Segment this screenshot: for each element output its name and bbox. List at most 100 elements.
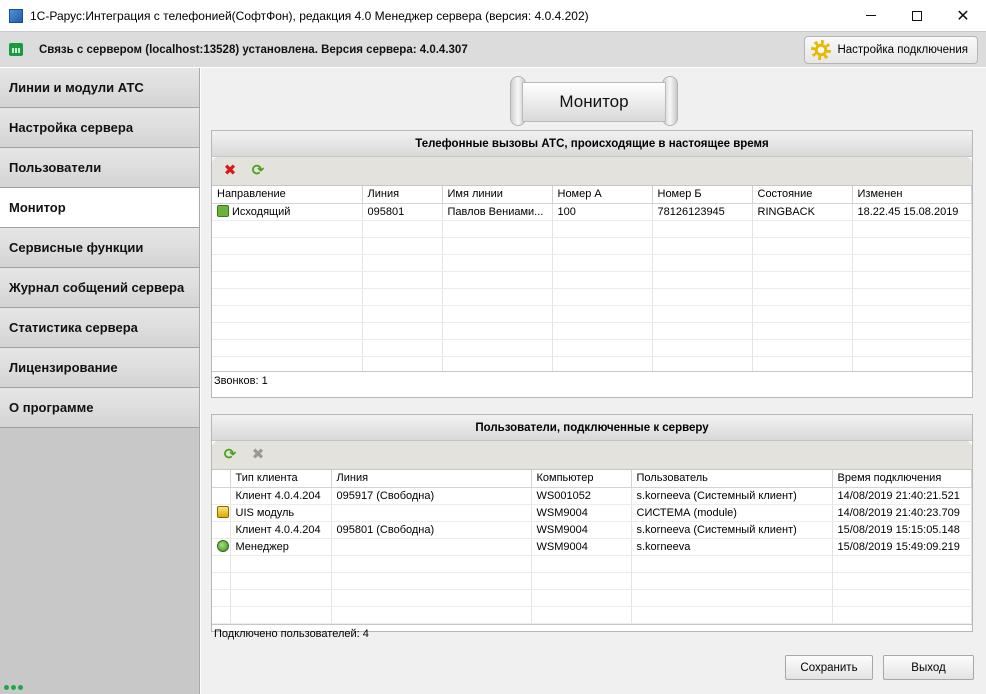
empty-row xyxy=(212,305,972,323)
table-cell: 095801 xyxy=(362,203,443,221)
table-cell xyxy=(331,504,532,522)
table-cell: 14/08/2019 21:40:21.521 xyxy=(832,487,972,505)
table-row[interactable]: Клиент 4.0.4.204 095917 (Свободна) WS001… xyxy=(212,487,972,505)
sidebar-item-label: Статистика сервера xyxy=(9,320,138,335)
table-cell: WSM9004 xyxy=(531,521,632,539)
users-table: Тип клиента Линия Компьютер Пользователь… xyxy=(212,470,972,624)
close-icon: ✕ xyxy=(956,7,970,25)
sidebar-item-server-settings[interactable]: Настройка сервера xyxy=(0,108,199,148)
empty-row xyxy=(212,237,972,255)
empty-row xyxy=(212,271,972,289)
table-cell: 15/08/2019 15:15:05.148 xyxy=(832,521,972,539)
module-icon xyxy=(217,506,229,518)
table-cell: 18.22.45 15.08.2019 xyxy=(852,203,972,221)
exit-button[interactable]: Выход xyxy=(883,655,974,680)
column-header[interactable]: Линия xyxy=(331,470,532,488)
sidebar-item-pbx-lines[interactable]: Линии и модули АТС xyxy=(0,68,199,108)
sidebar-item-server-log[interactable]: Журнал собщений сервера xyxy=(0,268,199,308)
gear-icon xyxy=(811,40,832,60)
sidebar-item-label: Журнал собщений сервера xyxy=(9,280,185,295)
calls-count: Звонков: 1 xyxy=(214,374,268,387)
empty-row xyxy=(212,339,972,357)
empty-row xyxy=(212,288,972,306)
table-cell: Клиент 4.0.4.204 xyxy=(230,487,332,505)
sidebar: Линии и модули АТС Настройка сервера Пол… xyxy=(0,68,200,694)
calls-panel-title: Телефонные вызовы АТС, происходящие в на… xyxy=(212,131,972,157)
refresh-icon[interactable]: ⟳ xyxy=(250,163,266,179)
users-table-header: Тип клиента Линия Компьютер Пользователь… xyxy=(212,470,972,488)
sidebar-item-users[interactable]: Пользователи xyxy=(0,148,199,188)
column-header[interactable]: Тип клиента xyxy=(230,470,332,488)
empty-row xyxy=(212,572,972,590)
sidebar-item-service-functions[interactable]: Сервисные функции xyxy=(0,228,199,268)
minimize-button[interactable] xyxy=(848,0,894,31)
column-header[interactable]: Компьютер xyxy=(531,470,632,488)
column-header[interactable]: Линия xyxy=(362,186,443,204)
main-area: Монитор Телефонные вызовы АТС, происходя… xyxy=(201,68,986,694)
table-cell: Павлов Вениами... xyxy=(442,203,553,221)
table-row[interactable]: UIS модуль WSM9004 СИСТЕМА (module) 14/0… xyxy=(212,504,972,522)
empty-row xyxy=(212,356,972,371)
table-cell: s.korneeva (Системный клиент) xyxy=(631,487,833,505)
column-header[interactable]: Состояние xyxy=(752,186,853,204)
table-row[interactable]: Исходящий 095801 Павлов Вениами... 100 7… xyxy=(212,203,972,221)
table-cell: 78126123945 xyxy=(652,203,753,221)
calls-table-header: Направление Линия Имя линии Номер А Номе… xyxy=(212,186,972,204)
column-header xyxy=(212,470,231,488)
outgoing-call-icon xyxy=(217,205,229,217)
sidebar-item-label: Линии и модули АТС xyxy=(9,80,144,95)
table-cell: 100 xyxy=(552,203,653,221)
empty-row xyxy=(212,606,972,624)
status-dots xyxy=(4,685,23,690)
connection-status-bar: Связь с сервером (localhost:13528) устан… xyxy=(0,31,986,67)
table-cell: s.korneeva xyxy=(631,538,833,556)
empty-row xyxy=(212,322,972,340)
sidebar-item-monitor[interactable]: Монитор xyxy=(0,188,199,228)
table-cell: s.korneeva (Системный клиент) xyxy=(631,521,833,539)
sidebar-item-label: Настройка сервера xyxy=(9,120,134,135)
refresh-icon[interactable]: ⟳ xyxy=(222,447,238,463)
page-title-banner: Монитор xyxy=(510,74,678,128)
sidebar-item-label: Пользователи xyxy=(9,160,102,175)
sidebar-item-licensing[interactable]: Лицензирование xyxy=(0,348,199,388)
delete-call-icon[interactable]: ✖ xyxy=(222,163,238,179)
column-header[interactable]: Номер А xyxy=(552,186,653,204)
column-header[interactable]: Пользователь xyxy=(631,470,833,488)
manager-icon xyxy=(217,540,229,552)
table-row[interactable]: Менеджер WSM9004 s.korneeva 15/08/2019 1… xyxy=(212,538,972,556)
empty-row xyxy=(212,220,972,238)
sidebar-item-server-stats[interactable]: Статистика сервера xyxy=(0,308,199,348)
table-cell: Менеджер xyxy=(230,538,332,556)
maximize-button[interactable] xyxy=(894,0,940,31)
users-panel: Пользователи, подключенные к серверу ⟳ ✖… xyxy=(211,414,973,640)
calls-table: Направление Линия Имя линии Номер А Номе… xyxy=(212,186,972,371)
column-header[interactable]: Направление xyxy=(212,186,363,204)
table-cell: Клиент 4.0.4.204 xyxy=(230,521,332,539)
sidebar-item-about[interactable]: О программе xyxy=(0,388,199,428)
table-cell: WS001052 xyxy=(531,487,632,505)
calls-table-container: Направление Линия Имя линии Номер А Номе… xyxy=(212,186,972,372)
disconnect-user-icon[interactable]: ✖ xyxy=(250,447,266,463)
save-button[interactable]: Сохранить xyxy=(785,655,873,680)
column-header[interactable]: Номер Б xyxy=(652,186,753,204)
users-count: Подключено пользователей: 4 xyxy=(214,627,369,640)
table-cell: 095801 (Свободна) xyxy=(331,521,532,539)
table-cell: СИСТЕМА (module) xyxy=(631,504,833,522)
connection-settings-button[interactable]: Настройка подключения xyxy=(804,36,978,64)
page-title: Монитор xyxy=(522,82,666,122)
close-button[interactable]: ✕ xyxy=(940,0,986,31)
connection-status-text: Связь с сервером (localhost:13528) устан… xyxy=(39,43,468,56)
empty-row xyxy=(212,254,972,272)
column-header[interactable]: Изменен xyxy=(852,186,972,204)
table-cell: WSM9004 xyxy=(531,504,632,522)
sidebar-item-label: Лицензирование xyxy=(9,360,118,375)
table-cell: 14/08/2019 21:40:23.709 xyxy=(832,504,972,522)
table-cell: 095917 (Свободна) xyxy=(331,487,532,505)
column-header[interactable]: Имя линии xyxy=(442,186,553,204)
table-cell: Исходящий xyxy=(212,203,363,221)
table-row[interactable]: Клиент 4.0.4.204 095801 (Свободна) WSM90… xyxy=(212,521,972,539)
column-header[interactable]: Время подключения xyxy=(832,470,972,488)
title-bar: 1С-Рарус:Интеграция с телефонией(СофтФон… xyxy=(0,0,986,31)
calls-panel: Телефонные вызовы АТС, происходящие в на… xyxy=(211,130,973,398)
sidebar-item-label: Монитор xyxy=(9,200,66,215)
